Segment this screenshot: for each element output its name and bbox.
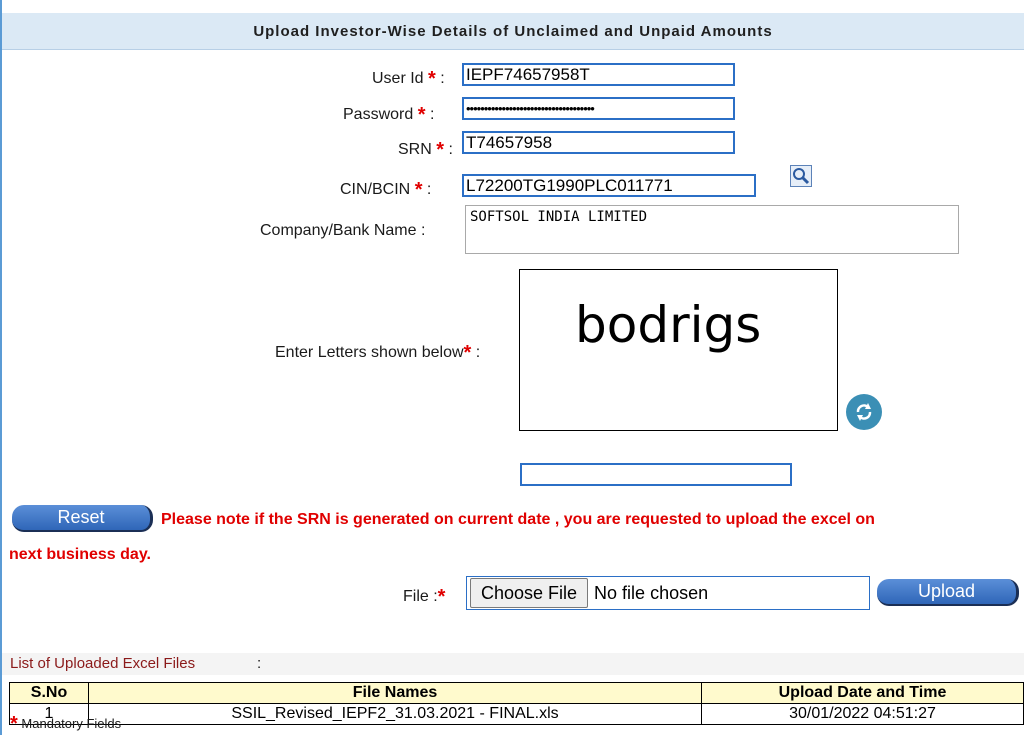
srn-label-text: SRN: [398, 141, 432, 158]
captcha-input[interactable]: [520, 463, 792, 486]
required-marker: *: [463, 342, 472, 364]
column-header: S.No: [9, 682, 89, 704]
upload-button[interactable]: Upload: [877, 579, 1019, 606]
company-label-text: Company/Bank Name: [260, 222, 417, 239]
required-marker: *: [414, 179, 423, 201]
cin-label: CIN/BCIN * :: [340, 179, 432, 201]
required-marker: *: [417, 104, 426, 126]
notice-line-1: Please note if the SRN is generated on c…: [161, 511, 875, 528]
column-header: File Names: [88, 682, 702, 704]
uploaded-files-colon: :: [257, 655, 262, 672]
table-cell: 30/01/2022 04:51:27: [701, 703, 1024, 725]
notice-line-2: next business day.: [9, 546, 151, 563]
file-input[interactable]: Choose File No file chosen: [466, 576, 870, 610]
srn-label: SRN * :: [398, 139, 453, 161]
captcha-label-text: Enter Letters shown below: [275, 344, 464, 361]
company-label: Company/Bank Name :: [260, 222, 426, 239]
table-row: 1 SSIL_Revised_IEPF2_31.03.2021 - FINAL.…: [9, 703, 1024, 725]
refresh-icon[interactable]: [846, 394, 882, 430]
column-header: Upload Date and Time: [701, 682, 1024, 704]
search-icon[interactable]: [790, 165, 812, 187]
uploaded-files-title: List of Uploaded Excel Files: [10, 655, 196, 672]
file-label: File :*: [403, 584, 446, 608]
mandatory-note: * Mandatory Fields: [10, 711, 122, 735]
uploaded-files-header: List of Uploaded Excel Files :: [2, 653, 1024, 675]
captcha-image: bodrigs: [519, 269, 838, 431]
choose-file-button[interactable]: Choose File: [470, 578, 589, 608]
user-id-input[interactable]: IEPF74657958T: [462, 63, 735, 86]
reset-button[interactable]: Reset: [12, 505, 153, 532]
mandatory-text: Mandatory Fields: [21, 716, 122, 731]
table-cell: SSIL_Revised_IEPF2_31.03.2021 - FINAL.xl…: [88, 703, 702, 725]
user-id-label-text: User Id: [372, 70, 424, 87]
cin-input[interactable]: L72200TG1990PLC011771: [462, 174, 756, 197]
password-label-text: Password: [343, 106, 414, 123]
uploaded-files-table: S.No File Names Upload Date and Time 1 S…: [9, 682, 1024, 725]
required-marker: *: [437, 586, 446, 608]
password-input[interactable]: ••••••••••••••••••••••••••••••••••••: [462, 97, 735, 120]
company-name-field[interactable]: SOFTSOL INDIA LIMITED: [465, 205, 959, 254]
required-marker: *: [436, 139, 445, 161]
user-id-label: User Id * :: [372, 68, 445, 90]
srn-input[interactable]: T74657958: [462, 131, 735, 154]
captcha-text: bodrigs: [575, 296, 761, 354]
captcha-label: Enter Letters shown below* :: [275, 342, 481, 364]
file-label-text: File :: [403, 588, 438, 605]
file-status: No file chosen: [594, 582, 709, 603]
form-title: Upload Investor-Wise Details of Unclaime…: [2, 13, 1024, 50]
required-marker: *: [10, 713, 18, 735]
password-label: Password * :: [343, 104, 435, 126]
required-marker: *: [428, 68, 436, 90]
table-header-row: S.No File Names Upload Date and Time: [9, 682, 1024, 704]
cin-label-text: CIN/BCIN: [340, 181, 411, 198]
